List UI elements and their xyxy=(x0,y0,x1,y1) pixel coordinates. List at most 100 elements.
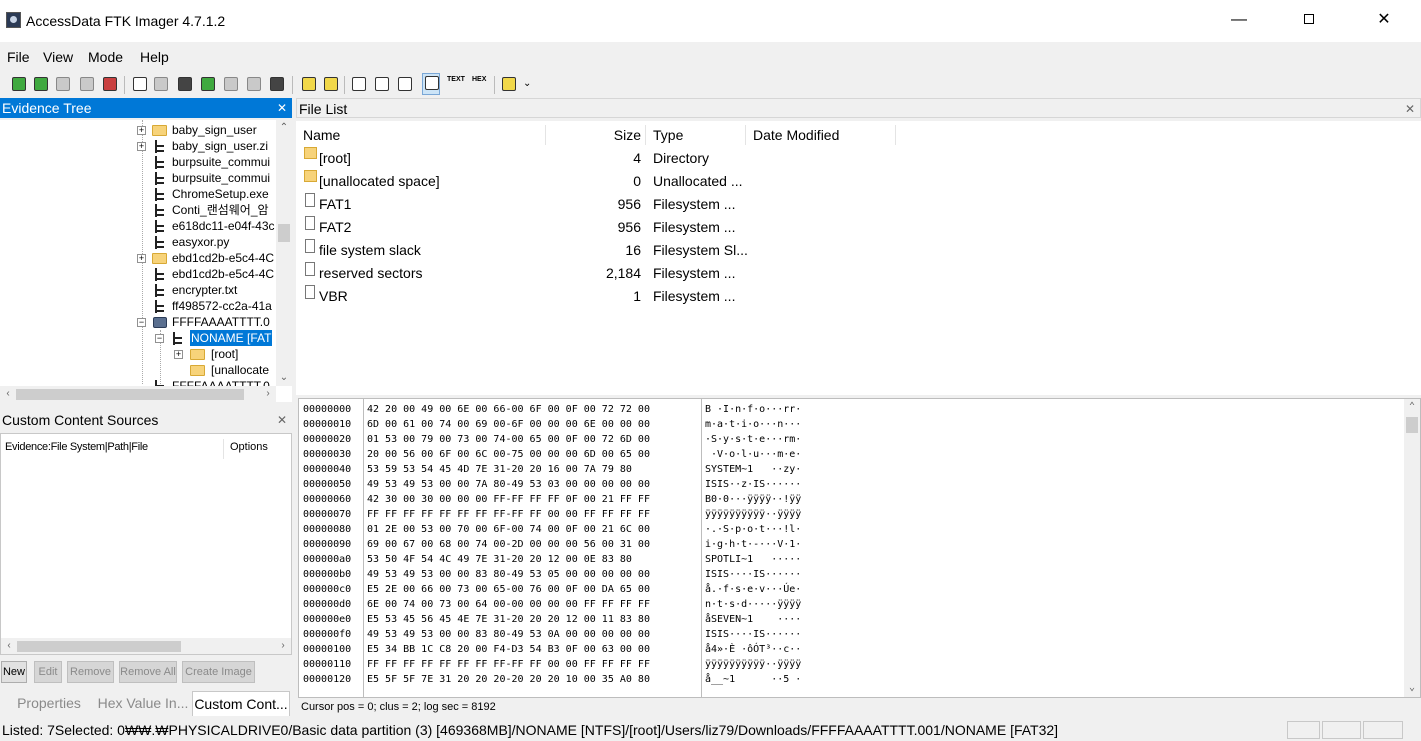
text-view-icon[interactable] xyxy=(373,75,391,93)
tree-item[interactable]: + ebd1cd2b-e5c4-4C xyxy=(136,250,276,266)
menu-view[interactable]: View xyxy=(43,49,73,65)
file-row[interactable]: file system slack 16 Filesystem Sl... xyxy=(296,239,1421,262)
menu-file[interactable]: File xyxy=(7,49,30,65)
scroll-right-icon[interactable]: › xyxy=(275,638,291,654)
file-row[interactable]: FAT1 956 Filesystem ... xyxy=(296,193,1421,216)
close-icon[interactable]: ✕ xyxy=(1405,99,1415,119)
text-mode-icon[interactable]: TEXT xyxy=(447,76,465,84)
scroll-left-icon[interactable]: ‹ xyxy=(1,638,17,654)
hex-ascii: ISIS····IS······ xyxy=(705,629,802,640)
tree-item[interactable]: Conti_랜섬웨어_암 xyxy=(136,202,276,218)
evidence-tree-hscrollbar[interactable]: ‹ › xyxy=(0,386,276,402)
scroll-up-icon[interactable]: ⌃ xyxy=(276,120,292,136)
menu-mode[interactable]: Mode xyxy=(88,49,123,65)
expand-icon[interactable]: + xyxy=(137,254,146,263)
tab-properties[interactable]: Properties xyxy=(4,691,94,716)
tree-item[interactable]: burpsuite_commui xyxy=(136,154,276,170)
minimize-button[interactable]: — xyxy=(1216,0,1262,40)
decrypt-ad1-icon[interactable] xyxy=(245,75,263,93)
scroll-thumb[interactable] xyxy=(17,641,181,652)
expand-icon[interactable]: + xyxy=(137,126,146,135)
remove-all-button[interactable]: Remove All xyxy=(119,661,177,683)
scroll-thumb[interactable] xyxy=(16,389,244,400)
toolbar-overflow-icon[interactable]: ⌄ xyxy=(523,75,541,93)
file-list-header: File List ✕ xyxy=(296,98,1421,118)
scroll-thumb[interactable] xyxy=(1406,417,1418,433)
add-evidence-item-icon[interactable] xyxy=(10,75,28,93)
tree-item[interactable]: ebd1cd2b-e5c4-4C xyxy=(136,266,276,282)
image-mounting-icon[interactable] xyxy=(54,75,72,93)
hex-offset: 00000060 xyxy=(303,494,352,505)
scroll-left-icon[interactable]: ‹ xyxy=(0,386,16,402)
hex-view-icon[interactable] xyxy=(396,75,414,93)
export-files-icon[interactable] xyxy=(300,75,318,93)
close-icon[interactable]: ✕ xyxy=(277,410,287,430)
file-row[interactable]: [root] 4 Directory xyxy=(296,147,1421,170)
tree-item[interactable]: burpsuite_commui xyxy=(136,170,276,186)
export-hash-list-icon[interactable] xyxy=(322,75,340,93)
tree-item-selected[interactable]: − NONAME [FAT xyxy=(154,330,276,346)
add-all-attached-devices-icon[interactable] xyxy=(32,75,50,93)
close-icon[interactable]: ✕ xyxy=(277,98,287,118)
view-files-icon[interactable] xyxy=(422,73,440,95)
close-button[interactable]: ✕ xyxy=(1361,0,1407,40)
scroll-down-icon[interactable]: ⌄ xyxy=(276,370,292,386)
remove-button[interactable]: Remove xyxy=(67,661,114,683)
hex-viewer[interactable]: 00000000 42 20 00 49 00 6E 00 66-00 6F 00… xyxy=(298,398,1421,699)
file-row[interactable]: VBR 1 Filesystem ... xyxy=(296,285,1421,308)
scroll-thumb[interactable] xyxy=(278,224,290,242)
remove-evidence-item-icon[interactable] xyxy=(78,75,96,93)
file-row[interactable]: FAT2 956 Filesystem ... xyxy=(296,216,1421,239)
export-disk-image-icon[interactable] xyxy=(152,75,170,93)
tree-item[interactable]: ChromeSetup.exe xyxy=(136,186,276,202)
edit-button[interactable]: Edit xyxy=(34,661,62,683)
tree-item[interactable]: encrypter.txt xyxy=(136,282,276,298)
tree-item[interactable]: + baby_sign_user xyxy=(136,122,276,138)
tab-hex-value-interpreter[interactable]: Hex Value In... xyxy=(96,691,190,716)
remove-all-evidence-icon[interactable] xyxy=(101,75,119,93)
hex-mode-icon[interactable]: HEX xyxy=(472,76,486,84)
new-button[interactable]: New xyxy=(1,661,27,683)
tree-item[interactable]: e618dc11-e04f-43c xyxy=(136,218,276,234)
file-row[interactable]: [unallocated space] 0 Unallocated ... xyxy=(296,170,1421,193)
custom-content-hscrollbar[interactable]: ‹ › xyxy=(1,638,291,654)
column-name[interactable]: Name xyxy=(303,125,546,145)
tree-item[interactable]: easyxor.py xyxy=(136,234,276,250)
window-title: AccessData FTK Imager 4.7.1.2 xyxy=(26,13,226,29)
collapse-icon[interactable]: − xyxy=(137,318,146,327)
column-type[interactable]: Type xyxy=(653,125,746,145)
toolbar: TEXT HEX ⌄ xyxy=(0,72,1421,98)
menu-help[interactable]: Help xyxy=(140,49,169,65)
tree-item[interactable]: + [root] xyxy=(173,346,276,362)
tree-item[interactable]: − FFFFAAAATTTT.0 xyxy=(136,314,276,330)
scroll-down-icon[interactable]: ⌄ xyxy=(1404,680,1420,696)
folder-icon xyxy=(190,365,205,376)
scroll-up-icon[interactable]: ⌃ xyxy=(1404,399,1420,415)
help-icon[interactable] xyxy=(500,75,518,93)
create-custom-content-image-icon[interactable] xyxy=(222,75,240,93)
column-evidence[interactable]: Evidence:File System|Path|File xyxy=(5,441,148,453)
ftk-app-icon xyxy=(6,12,21,28)
export-logical-image-icon[interactable] xyxy=(176,75,194,93)
hex-vscrollbar[interactable]: ⌃ ⌄ xyxy=(1404,399,1420,697)
tree-item[interactable]: ff498572-cc2a-41a xyxy=(136,298,276,314)
hex-bytes: 53 59 53 54 45 4D 7E 31-20 20 16 00 7A 7… xyxy=(367,464,632,475)
column-size[interactable]: Size xyxy=(546,125,646,145)
expand-icon[interactable]: + xyxy=(174,350,183,359)
maximize-button[interactable] xyxy=(1286,0,1332,40)
file-row[interactable]: reserved sectors 2,184 Filesystem ... xyxy=(296,262,1421,285)
evidence-tree-vscrollbar[interactable]: ⌃ ⌄ xyxy=(276,120,292,386)
column-options[interactable]: Options xyxy=(230,441,268,453)
create-disk-image-icon[interactable] xyxy=(131,75,149,93)
auto-view-icon[interactable] xyxy=(350,75,368,93)
tree-item[interactable]: + baby_sign_user.zi xyxy=(136,138,276,154)
expand-icon[interactable]: + xyxy=(137,142,146,151)
create-image-button[interactable]: Create Image xyxy=(182,661,255,683)
tree-item[interactable]: [unallocate xyxy=(173,362,276,378)
column-date-modified[interactable]: Date Modified xyxy=(753,125,896,145)
collapse-icon[interactable]: − xyxy=(155,334,164,343)
scroll-right-icon[interactable]: › xyxy=(260,386,276,402)
verify-drive-icon[interactable] xyxy=(268,75,286,93)
add-to-custom-content-icon[interactable] xyxy=(199,75,217,93)
tab-custom-content[interactable]: Custom Cont... xyxy=(192,691,290,716)
